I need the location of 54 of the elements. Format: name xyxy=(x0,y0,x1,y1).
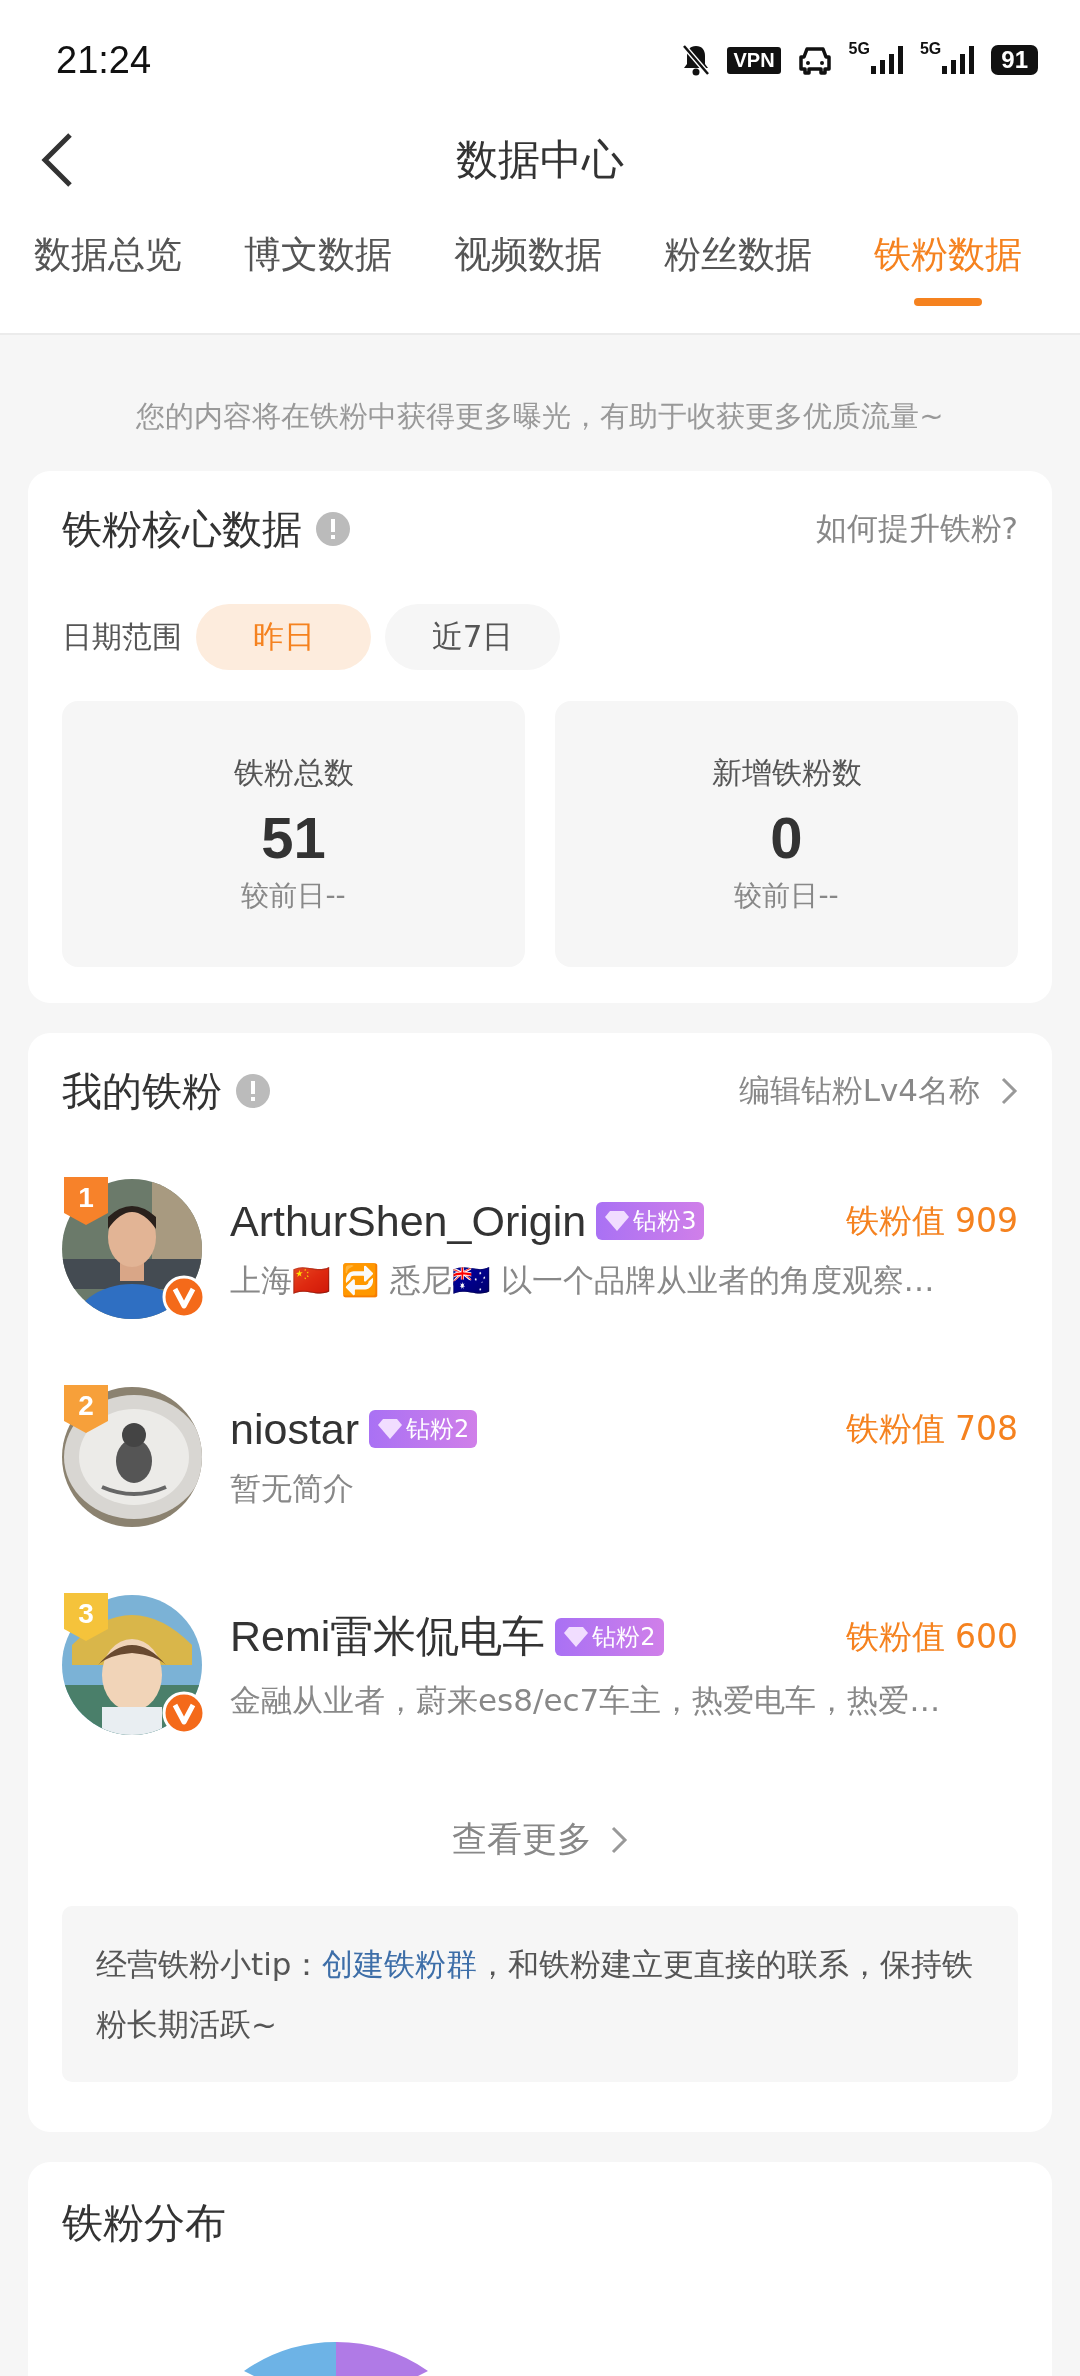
signal-icon xyxy=(941,46,976,74)
fan-value: 铁粉值 708 xyxy=(845,1407,1018,1450)
battery-level: 91 xyxy=(991,45,1038,75)
tab[interactable]: 粉丝数据 xyxy=(664,200,812,333)
fan-name[interactable]: niostar xyxy=(230,1404,360,1454)
diamond-icon xyxy=(563,1626,590,1648)
level-badge: 钻粉3 xyxy=(596,1202,705,1240)
tab[interactable]: 视频数据 xyxy=(454,200,602,333)
signal-icon xyxy=(869,46,904,74)
section-title: 铁粉分布 xyxy=(62,2198,226,2249)
network-type: 5G xyxy=(848,40,870,58)
car-icon xyxy=(796,45,833,75)
fan-value: 铁粉值 909 xyxy=(845,1199,1018,1242)
view-more-button[interactable]: 查看更多 xyxy=(446,1815,634,1864)
level-badge: 钻粉2 xyxy=(555,1618,664,1656)
notice-text: 您的内容将在铁粉中获得更多曝光，有助于收获更多优质流量~ xyxy=(135,398,945,435)
info-icon[interactable] xyxy=(236,1074,270,1108)
section-title: 铁粉核心数据 xyxy=(62,504,302,554)
rank-badge: 3 xyxy=(64,1593,108,1641)
tab[interactable]: 数据总览 xyxy=(34,200,182,333)
edit-link[interactable]: 编辑钻粉Lv4名称 xyxy=(738,1070,980,1112)
fan-bio: 金融从业者，蔚来es8/ec7车主，热爱电车，热爱… xyxy=(230,1681,942,1720)
tab[interactable]: 博文数据 xyxy=(244,200,392,333)
fan-value: 铁粉值 600 xyxy=(845,1615,1018,1658)
date-range-label: 日期范围 xyxy=(62,617,182,656)
stat-value: 51 xyxy=(261,804,326,871)
back-icon[interactable] xyxy=(40,132,74,188)
chevron-right-icon[interactable] xyxy=(1000,1076,1018,1106)
fan-name[interactable]: Remi雷米侃电车 xyxy=(230,1608,546,1666)
rank-badge: 2 xyxy=(64,1385,108,1433)
rank-badge: 1 xyxy=(64,1177,108,1225)
section-title: 我的铁粉 xyxy=(62,1066,222,1116)
stat-label: 铁粉总数 xyxy=(233,754,354,792)
stat-label: 新增铁粉数 xyxy=(711,754,862,792)
status-time: 21:24 xyxy=(56,38,152,82)
fan-bio: 上海🇨🇳 🔁 悉尼🇦🇺 以一个品牌从业者的角度观察… xyxy=(230,1260,936,1300)
vpn-indicator: VPN xyxy=(727,46,781,74)
tip-text: 经营铁粉小tip：创建铁粉群，和铁粉建立更直接的联系，保持铁粉长期活跃~ xyxy=(96,1945,975,2044)
page-title: 数据中心 xyxy=(456,134,624,186)
help-link[interactable]: 如何提升铁粉? xyxy=(815,508,1018,550)
stat-value: 0 xyxy=(770,804,803,871)
stat-compare: 较前日-- xyxy=(734,878,839,914)
create-group-link[interactable]: 创建铁粉群 xyxy=(322,1946,478,1982)
level-badge: 钻粉2 xyxy=(369,1410,478,1448)
fan-name[interactable]: ArthurShen_Origin xyxy=(230,1196,587,1246)
chevron-right-icon[interactable] xyxy=(610,1824,628,1855)
date-option[interactable]: 近7日 xyxy=(385,604,560,670)
fan-bio: 暂无简介 xyxy=(230,1468,355,1508)
stat-compare: 较前日-- xyxy=(241,878,346,914)
network-type: 5G xyxy=(919,40,942,58)
bell-muted-icon xyxy=(681,43,712,77)
diamond-icon xyxy=(377,1418,404,1440)
info-icon[interactable] xyxy=(316,512,350,546)
diamond-icon xyxy=(604,1210,631,1232)
